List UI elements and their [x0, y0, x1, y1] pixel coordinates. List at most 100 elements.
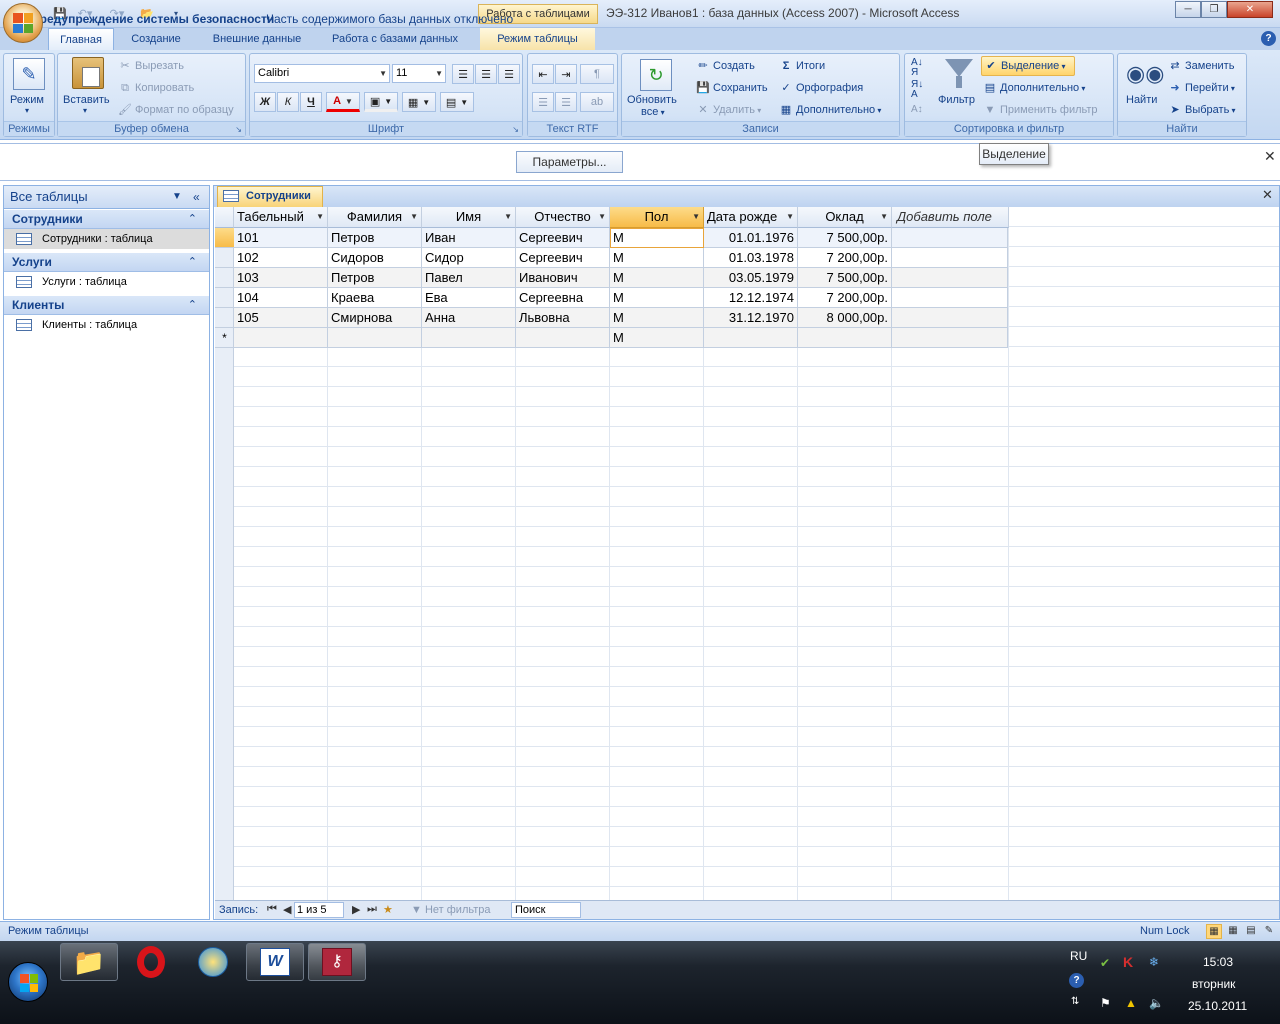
- delete-record-button[interactable]: ✕ Удалить ▾: [696, 103, 761, 117]
- language-indicator[interactable]: RU: [1070, 949, 1087, 963]
- tab-datasheet[interactable]: Режим таблицы: [480, 28, 595, 50]
- tab-create[interactable]: Создание: [120, 28, 192, 50]
- chevron-down-icon[interactable]: ▼: [880, 207, 888, 227]
- cell[interactable]: Ева: [422, 288, 516, 308]
- save-record-button[interactable]: 💾 Сохранить: [696, 81, 768, 95]
- nav-item-services-table[interactable]: Услуги : таблица: [4, 272, 209, 292]
- cell[interactable]: 103: [234, 268, 328, 288]
- collapse-group-icon[interactable]: ⌃: [188, 296, 197, 315]
- cell[interactable]: [892, 288, 1008, 308]
- filter-button[interactable]: Фильтр: [938, 94, 975, 106]
- browser-taskbar-button[interactable]: [184, 943, 242, 981]
- nav-pane-header[interactable]: Все таблицы ▼ «: [3, 185, 210, 209]
- tab-database-tools[interactable]: Работа с базами данных: [320, 28, 470, 50]
- cell[interactable]: [892, 268, 1008, 288]
- cell[interactable]: Иван: [422, 228, 516, 248]
- numbering-button[interactable]: ☰: [532, 92, 554, 112]
- cell[interactable]: [704, 328, 798, 348]
- font-size-combo[interactable]: 11 ▼: [392, 64, 446, 83]
- close-button[interactable]: ✕: [1227, 1, 1273, 18]
- cell[interactable]: [892, 308, 1008, 328]
- find-button[interactable]: Найти: [1126, 94, 1157, 106]
- cell[interactable]: 7 200,00р.: [798, 248, 892, 268]
- clear-sort-button[interactable]: A↕: [911, 104, 923, 115]
- clock-weekday[interactable]: вторник: [1192, 977, 1235, 991]
- nav-group-clients[interactable]: Клиенты ⌃: [4, 296, 209, 315]
- cell[interactable]: Краева: [328, 288, 422, 308]
- datasheet-view-icon[interactable]: ▦: [1206, 924, 1222, 939]
- column-header-add-field[interactable]: Добавить поле: [892, 207, 1009, 228]
- cell[interactable]: М: [610, 308, 704, 328]
- cell[interactable]: [422, 328, 516, 348]
- chevron-down-icon[interactable]: ▼: [172, 186, 182, 208]
- column-header-patronymic[interactable]: Отчество ▼: [516, 207, 610, 228]
- goto-button[interactable]: ➜ Перейти ▾: [1168, 81, 1234, 95]
- cell[interactable]: 7 200,00р.: [798, 288, 892, 308]
- replace-button[interactable]: ⇄ Заменить: [1168, 59, 1234, 73]
- network-tray-icon[interactable]: ▲: [1125, 996, 1137, 1010]
- italic-button[interactable]: К: [277, 92, 299, 112]
- antivirus-tray-icon[interactable]: K: [1123, 954, 1133, 970]
- dialog-launcher-icon[interactable]: ↘: [235, 125, 242, 134]
- cell[interactable]: 31.12.1970: [704, 308, 798, 328]
- spelling-button[interactable]: ✓ Орфография: [779, 81, 863, 95]
- security-options-button[interactable]: Параметры...: [516, 151, 623, 173]
- close-icon[interactable]: ✕: [1262, 187, 1273, 203]
- decrease-indent-button[interactable]: ⇤: [532, 64, 554, 84]
- cell[interactable]: [892, 248, 1008, 268]
- column-header-salary[interactable]: Оклад ▼: [798, 207, 892, 228]
- nav-group-employees[interactable]: Сотрудники ⌃: [4, 210, 209, 229]
- new-record-nav-icon[interactable]: ★: [383, 903, 393, 916]
- cell[interactable]: 01.03.1978: [704, 248, 798, 268]
- clock-date[interactable]: 25.10.2011: [1188, 999, 1247, 1013]
- cell[interactable]: [798, 328, 892, 348]
- records-more-button[interactable]: ▦ Дополнительно ▾: [779, 103, 882, 117]
- cell[interactable]: Сергеевна: [516, 288, 610, 308]
- record-selector[interactable]: [215, 308, 234, 328]
- current-record-field[interactable]: 1 из 5: [294, 902, 344, 918]
- toggle-filter-button[interactable]: ▼ Применить фильтр: [983, 103, 1098, 117]
- action-center-flag-icon[interactable]: ⚑: [1100, 996, 1111, 1010]
- tab-home[interactable]: Главная: [48, 28, 114, 50]
- fill-color-button[interactable]: ▣ ▼: [364, 92, 398, 112]
- sort-ascending-button[interactable]: A↓ Я: [911, 58, 923, 78]
- design-view-icon[interactable]: ✎: [1261, 924, 1277, 939]
- close-icon[interactable]: ✕: [1264, 148, 1276, 165]
- nav-item-employees-table[interactable]: Сотрудники : таблица: [4, 229, 209, 249]
- security-tray-icon[interactable]: ✔: [1100, 956, 1110, 970]
- cut-button[interactable]: ✂ Вырезать: [118, 59, 184, 73]
- cell[interactable]: 01.01.1976: [704, 228, 798, 248]
- mode-button[interactable]: Режим: [10, 94, 44, 106]
- cell[interactable]: 03.05.1979: [704, 268, 798, 288]
- select-all-corner[interactable]: [215, 207, 234, 228]
- cell[interactable]: М: [610, 268, 704, 288]
- refresh-all-button[interactable]: Обновить: [627, 94, 677, 106]
- start-button[interactable]: [8, 962, 48, 1002]
- document-tab-employees[interactable]: Сотрудники: [217, 186, 323, 207]
- maximize-button[interactable]: ❐: [1201, 1, 1227, 18]
- align-right-button[interactable]: ☰: [498, 64, 520, 84]
- last-record-icon[interactable]: ⏭: [367, 903, 377, 916]
- collapse-group-icon[interactable]: ⌃: [188, 210, 197, 229]
- cell[interactable]: М: [610, 248, 704, 268]
- column-header-name[interactable]: Имя ▼: [422, 207, 516, 228]
- show-hidden-icons-icon[interactable]: ⇅: [1071, 996, 1079, 1007]
- cell[interactable]: Павел: [422, 268, 516, 288]
- cell[interactable]: Петров: [328, 228, 422, 248]
- increase-indent-button[interactable]: ⇥: [555, 64, 577, 84]
- cell[interactable]: Сидоров: [328, 248, 422, 268]
- no-filter-indicator[interactable]: ▼ Нет фильтра: [411, 904, 491, 916]
- cell[interactable]: Сергеевич: [516, 228, 610, 248]
- chevron-down-icon[interactable]: ▼: [316, 207, 324, 227]
- new-record-selector[interactable]: *: [215, 328, 234, 348]
- copy-button[interactable]: ⧉ Копировать: [118, 81, 194, 95]
- alt-fill-button[interactable]: ▤ ▼: [440, 92, 474, 112]
- prev-record-icon[interactable]: ◀: [283, 903, 291, 916]
- cell[interactable]: Анна: [422, 308, 516, 328]
- chevron-down-icon[interactable]: ▼: [504, 207, 512, 227]
- totals-button[interactable]: Σ Итоги: [779, 59, 825, 73]
- collapse-group-icon[interactable]: ⌃: [188, 253, 197, 272]
- cell[interactable]: 104: [234, 288, 328, 308]
- cell[interactable]: [328, 328, 422, 348]
- word-taskbar-button[interactable]: W: [246, 943, 304, 981]
